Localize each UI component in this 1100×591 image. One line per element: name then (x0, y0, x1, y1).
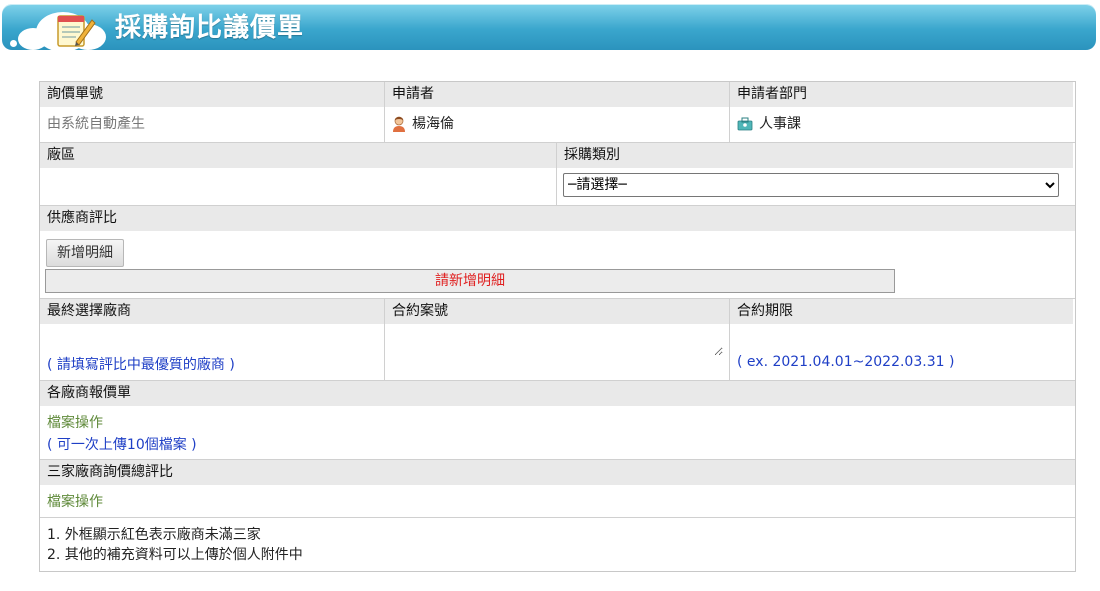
applicant-label: 申請者 (385, 82, 729, 107)
summary-file-action[interactable]: 檔案操作 (40, 485, 1075, 511)
contract-no-field: 合約案號 (385, 299, 730, 380)
purchase-type-select[interactable]: ─請選擇─ (563, 173, 1059, 197)
summary-label: 三家廠商詢價總評比 (40, 460, 1075, 485)
plant-field: 廠區 (40, 143, 557, 205)
purchase-type-field: 採購類別 ─請選擇─ (557, 143, 1073, 205)
title-banner: 採購詢比議價單 (2, 4, 1096, 52)
applicant-field: 申請者 楊海倫 (385, 82, 730, 142)
contract-no-label: 合約案號 (385, 299, 729, 324)
department-value: 人事課 (759, 116, 801, 132)
department-field: 申請者部門 人事課 (730, 82, 1073, 142)
note-1: 1. 外框顯示紅色表示廠商未滿三家 (47, 527, 261, 543)
vendor-quotes-hint: ( 可一次上傳10個檔案 ) (47, 437, 197, 453)
add-detail-button[interactable]: 新增明細 (46, 239, 124, 267)
plant-label: 廠區 (40, 143, 556, 168)
inquiry-no-field: 詢價單號 由系統自動產生 (40, 82, 385, 142)
add-detail-notice: 請新增明細 (45, 269, 895, 293)
final-vendor-field: 最終選擇廠商 ( 請填寫評比中最優質的廠商 ) (40, 299, 385, 380)
contract-period-label: 合約期限 (730, 299, 1073, 324)
contract-no-input[interactable] (391, 328, 723, 356)
inquiry-no-value: 由系統自動產生 (47, 116, 145, 132)
contract-period-field: 合約期限 ( ex. 2021.04.01~2022.03.31 ) (730, 299, 1073, 380)
applicant-value: 楊海倫 (412, 116, 454, 132)
inquiry-no-label: 詢價單號 (40, 82, 384, 107)
vendor-quotes-label: 各廠商報價單 (40, 381, 1075, 406)
page-title: 採購詢比議價單 (115, 13, 305, 43)
notepad-pencil-icon (57, 15, 96, 47)
department-icon (737, 117, 753, 131)
decor-dot (22, 36, 31, 45)
supplier-compare-label: 供應商評比 (40, 206, 1075, 231)
contract-period-hint: ( ex. 2021.04.01~2022.03.31 ) (737, 354, 955, 370)
purchase-type-label: 採購類別 (557, 143, 1073, 168)
final-vendor-label: 最終選擇廠商 (40, 299, 384, 324)
purchase-form: 詢價單號 由系統自動產生 申請者 楊海倫 申請者部門 人事課 廠區 採購類別 ─… (39, 81, 1076, 572)
final-vendor-hint: ( 請填寫評比中最優質的廠商 ) (47, 357, 235, 373)
note-2: 2. 其他的補充資料可以上傳於個人附件中 (47, 547, 303, 563)
user-icon (393, 116, 405, 132)
department-label: 申請者部門 (730, 82, 1073, 107)
vendor-quotes-file-action[interactable]: 檔案操作 (40, 406, 1075, 432)
decor-dot (10, 40, 17, 47)
